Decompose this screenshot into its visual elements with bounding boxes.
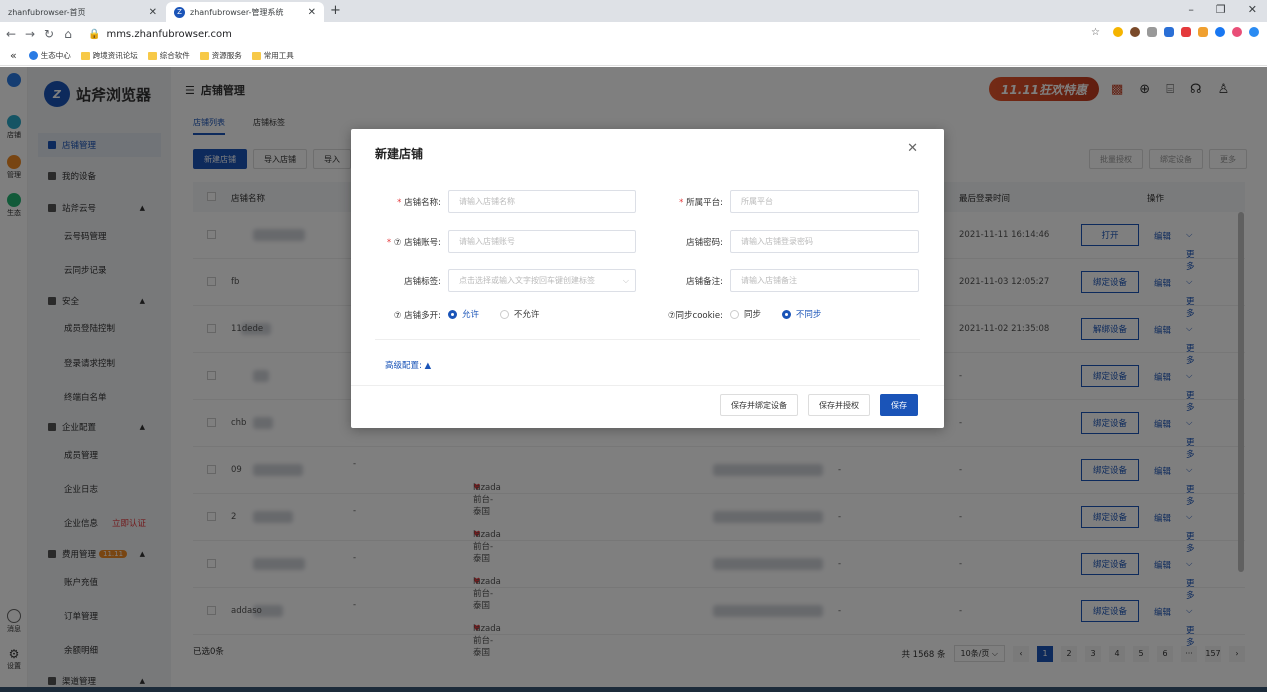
bookmark-label: 生态中心	[40, 51, 71, 60]
browser-tab-admin[interactable]: Z zhanfubrowser-管理系统 ✕	[166, 2, 324, 22]
dialog-title: 新建店铺	[375, 147, 424, 161]
account-input[interactable]: 请输入店铺账号	[448, 230, 636, 253]
bookmark-label: 综合软件	[159, 51, 190, 60]
multi-open-radios: 允许 不允许	[448, 308, 557, 322]
modal-backdrop[interactable]	[28, 67, 171, 687]
shop-name-input[interactable]: 请输入店铺名称	[448, 190, 636, 213]
divider	[375, 339, 920, 340]
account-label: * ⑦ 店铺账号:	[386, 238, 441, 248]
folder-icon	[80, 51, 90, 60]
advanced-toggle[interactable]: 高级配置: ▲	[385, 359, 431, 371]
note-label: 店铺备注:	[686, 277, 723, 287]
bookmark-label: 资源服务	[211, 51, 242, 60]
new-tab-icon[interactable]: +	[330, 3, 341, 18]
bookmark-label: 常用工具	[263, 51, 294, 60]
password-input[interactable]: 请输入店铺登录密码	[730, 230, 919, 253]
extension-icon[interactable]	[1130, 27, 1140, 37]
extension-icon[interactable]	[1147, 27, 1157, 37]
back-icon[interactable]: ←	[3, 27, 19, 41]
bookmark-item[interactable]: 跨境资讯论坛	[80, 50, 138, 61]
home-icon[interactable]: ⌂	[60, 27, 76, 41]
ecology-icon	[28, 51, 38, 60]
modal-backdrop[interactable]	[0, 67, 28, 687]
minimize-icon[interactable]: –	[1188, 3, 1194, 16]
shop-name-label: * 店铺名称:	[397, 198, 441, 208]
radio-nosync[interactable]: 不同步	[781, 308, 821, 320]
cookie-label: ⑦同步cookie:	[667, 311, 723, 321]
dialog-footer: 保存并绑定设备 保存并授权 保存	[351, 385, 944, 428]
platform-select[interactable]: 所属平台	[730, 190, 919, 213]
close-icon[interactable]: ✕	[308, 7, 316, 18]
extension-icon[interactable]	[1198, 27, 1208, 37]
multi-open-label: ⑦ 店铺多开:	[393, 311, 441, 321]
password-label: 店铺密码:	[686, 238, 723, 248]
folder-icon	[147, 51, 157, 60]
save-button[interactable]: 保存	[880, 394, 918, 416]
help-icon[interactable]: ⑦	[394, 238, 402, 248]
url-text: mms.zhanfubrowser.com	[106, 28, 232, 40]
chevron-up-icon: ▲	[424, 361, 432, 371]
close-window-icon[interactable]: ✕	[1248, 3, 1257, 16]
close-icon[interactable]: ✕	[907, 141, 918, 156]
bookmarks-bar: « 生态中心 跨境资讯论坛 综合软件 资源服务 常用工具	[0, 46, 1267, 66]
star-icon[interactable]: ☆	[1091, 27, 1100, 38]
bookmark-item[interactable]: 常用工具	[251, 50, 294, 61]
save-auth-button[interactable]: 保存并授权	[808, 394, 870, 416]
chevron-down-icon: ⌵	[622, 275, 629, 285]
forward-icon[interactable]: →	[22, 27, 38, 41]
restore-icon[interactable]: ❐	[1216, 3, 1226, 16]
reload-icon[interactable]: ↻	[41, 27, 57, 41]
save-bind-button[interactable]: 保存并绑定设备	[720, 394, 798, 416]
radio-deny[interactable]: 不允许	[499, 308, 539, 320]
url-field[interactable]: 🔒 mms.zhanfubrowser.com	[88, 29, 232, 40]
new-shop-dialog: 新建店铺 ✕ * 店铺名称: 请输入店铺名称 * 所属平台: 所属平台 * ⑦ …	[351, 129, 944, 428]
extension-icon[interactable]	[1113, 27, 1123, 37]
extension-icon[interactable]	[1164, 27, 1174, 37]
extension-icon[interactable]	[1181, 27, 1191, 37]
address-bar: ← → ↻ ⌂ 🔒 mms.zhanfubrowser.com	[0, 22, 1267, 46]
taskbar	[0, 687, 1267, 692]
window-controls: – ❐ ✕	[1188, 3, 1257, 16]
close-icon[interactable]: ✕	[149, 7, 157, 18]
extension-icon[interactable]	[1249, 27, 1259, 37]
platform-label: * 所属平台:	[679, 198, 723, 208]
tag-select[interactable]: 点击选择或输入文字按回车键创建标签 ⌵	[448, 269, 636, 292]
tab-label: zhanfubrowser-管理系统	[190, 7, 284, 17]
extension-icon[interactable]	[1232, 27, 1242, 37]
collapse-icon[interactable]: «	[10, 49, 17, 62]
cookie-radios: 同步 不同步	[730, 308, 839, 322]
zhanfu-logo-icon: Z	[174, 6, 185, 18]
browser-tabbar: zhanfubrowser-首页 ✕ Z zhanfubrowser-管理系统 …	[0, 0, 1267, 22]
extension-icon[interactable]	[1215, 27, 1225, 37]
note-input[interactable]: 请输入店铺备注	[730, 269, 919, 292]
radio-allow[interactable]: 允许	[448, 308, 479, 320]
radio-sync[interactable]: 同步	[730, 308, 761, 320]
bookmark-item[interactable]: 生态中心	[28, 50, 71, 61]
help-icon[interactable]: ⑦	[394, 311, 402, 321]
tag-label: 店铺标签:	[404, 277, 441, 287]
tab-label: zhanfubrowser-首页	[8, 7, 86, 17]
bookmark-item[interactable]: 综合软件	[147, 50, 190, 61]
bookmark-item[interactable]: 资源服务	[199, 50, 242, 61]
lock-icon: 🔒	[88, 28, 101, 40]
bookmark-label: 跨境资讯论坛	[92, 51, 138, 60]
folder-icon	[251, 51, 261, 60]
browser-tab-home[interactable]: zhanfubrowser-首页 ✕	[0, 2, 165, 22]
folder-icon	[199, 51, 209, 60]
extension-icons: ☆	[1091, 27, 1259, 38]
help-icon[interactable]: ⑦	[668, 311, 676, 321]
